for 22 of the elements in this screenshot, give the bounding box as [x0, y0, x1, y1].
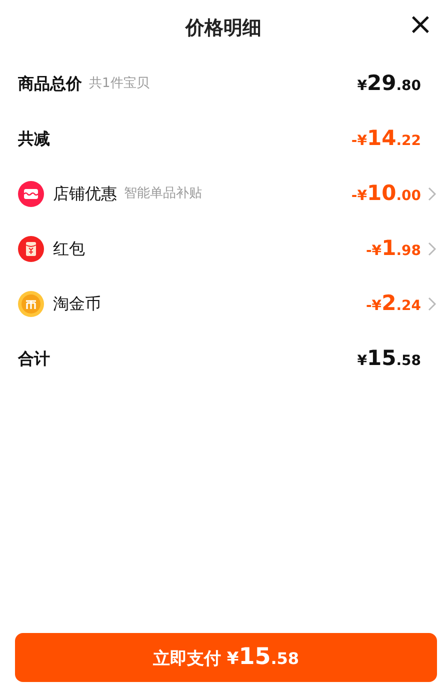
- chevron-right-icon[interactable]: [427, 296, 437, 310]
- row-price: -¥10.00: [351, 180, 421, 207]
- row-price: -¥2.24: [366, 290, 421, 317]
- page-title: 价格明细: [186, 16, 262, 41]
- chevron-right-icon[interactable]: [427, 186, 437, 200]
- shop-icon: [18, 180, 44, 206]
- row-label: 共减: [18, 128, 50, 150]
- row-price: ¥15.58: [357, 344, 421, 372]
- coin-icon: [18, 290, 44, 316]
- row-price: -¥14.22: [351, 124, 421, 152]
- row-price: -¥1.98: [366, 234, 421, 262]
- row-label: 商品总价: [18, 72, 82, 94]
- row-label: 合计: [18, 348, 50, 370]
- row-label: 红包: [53, 238, 85, 260]
- row-price: ¥29.80: [357, 70, 421, 97]
- chevron-right-icon[interactable]: [427, 242, 437, 256]
- row-label: 店铺优惠: [53, 182, 117, 204]
- row-label: 淘金币: [53, 292, 101, 314]
- close-button[interactable]: ×: [404, 10, 437, 40]
- envelope-icon: [18, 236, 44, 262]
- row-note: 共1件宝贝: [89, 74, 150, 93]
- row-note: 智能单品补贴: [124, 184, 202, 203]
